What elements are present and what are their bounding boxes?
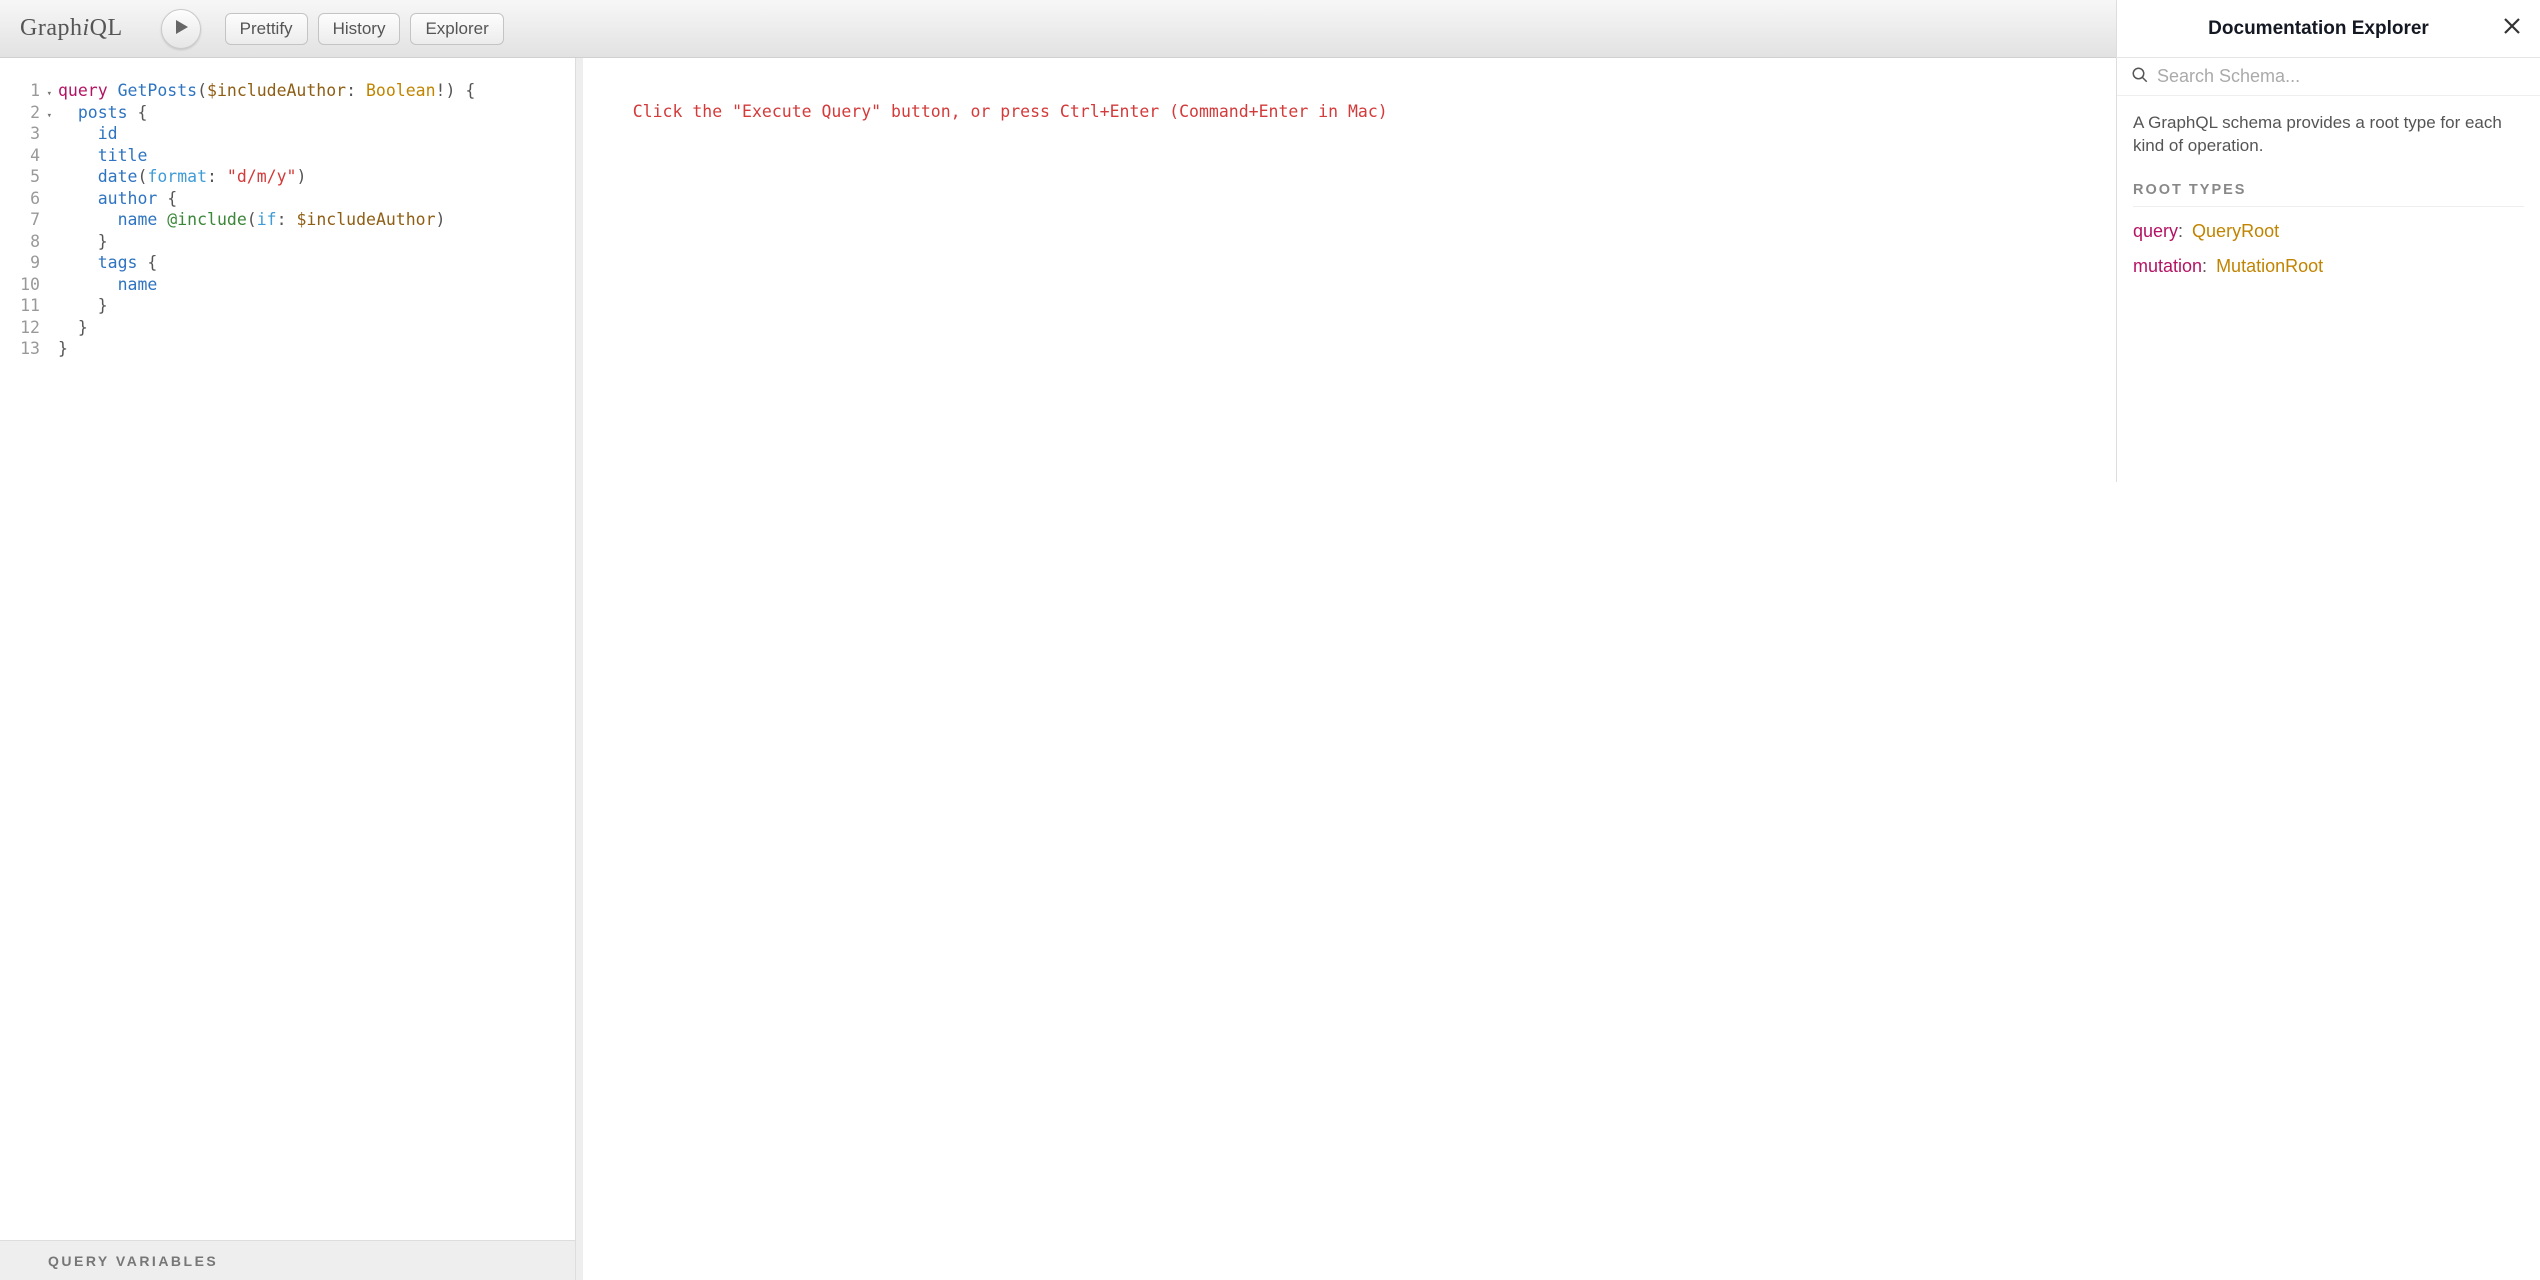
line-number: 13 bbox=[0, 338, 44, 360]
docs-search[interactable] bbox=[2117, 58, 2540, 96]
query-variables-bar[interactable]: Query Variables bbox=[0, 1240, 575, 1280]
line-number: 1 bbox=[0, 80, 44, 102]
line-gutter: 12345678910111213 bbox=[0, 80, 46, 1240]
root-type-row: mutation: MutationRoot bbox=[2133, 256, 2524, 277]
query-variables-label: Query Variables bbox=[48, 1253, 218, 1269]
play-icon bbox=[173, 20, 189, 37]
line-number: 10 bbox=[0, 274, 44, 296]
result-placeholder-text: Click the "Execute Query" button, or pre… bbox=[633, 102, 1388, 121]
docs-title: Documentation Explorer bbox=[2135, 18, 2502, 40]
toolbar-buttons: Prettify History Explorer bbox=[225, 13, 504, 45]
code-area[interactable]: query GetPosts($includeAuthor: Boolean!)… bbox=[46, 80, 575, 1240]
line-number: 5 bbox=[0, 166, 44, 188]
docs-header: Documentation Explorer bbox=[2116, 0, 2540, 58]
query-editor-pane: 12345678910111213 query GetPosts($includ… bbox=[0, 58, 576, 1280]
result-pane: Click the "Execute Query" button, or pre… bbox=[576, 58, 2116, 1280]
line-number: 3 bbox=[0, 123, 44, 145]
docs-description: A GraphQL schema provides a root type fo… bbox=[2133, 112, 2524, 158]
line-number: 4 bbox=[0, 145, 44, 167]
query-editor[interactable]: 12345678910111213 query GetPosts($includ… bbox=[0, 58, 575, 1240]
docs-section-title: ROOT TYPES bbox=[2133, 182, 2524, 207]
prettify-button[interactable]: Prettify bbox=[225, 13, 308, 45]
close-icon[interactable] bbox=[2502, 16, 2522, 42]
docs-explorer: A GraphQL schema provides a root type fo… bbox=[2116, 58, 2540, 482]
root-field: query bbox=[2133, 221, 2178, 241]
search-icon bbox=[2131, 66, 2157, 87]
docs-search-input[interactable] bbox=[2157, 66, 2526, 87]
root-type-row: query: QueryRoot bbox=[2133, 221, 2524, 242]
explorer-button[interactable]: Explorer bbox=[410, 13, 503, 45]
line-number: 7 bbox=[0, 209, 44, 231]
execute-button[interactable] bbox=[161, 9, 201, 49]
line-number: 9 bbox=[0, 252, 44, 274]
line-number: 6 bbox=[0, 188, 44, 210]
root-field: mutation bbox=[2133, 256, 2202, 276]
root-type-link[interactable]: QueryRoot bbox=[2192, 221, 2279, 241]
line-number: 12 bbox=[0, 317, 44, 339]
root-type-link[interactable]: MutationRoot bbox=[2216, 256, 2323, 276]
history-button[interactable]: History bbox=[318, 13, 401, 45]
line-number: 2 bbox=[0, 102, 44, 124]
line-number: 11 bbox=[0, 295, 44, 317]
line-number: 8 bbox=[0, 231, 44, 253]
app-logo: GraphiQL bbox=[14, 15, 133, 42]
